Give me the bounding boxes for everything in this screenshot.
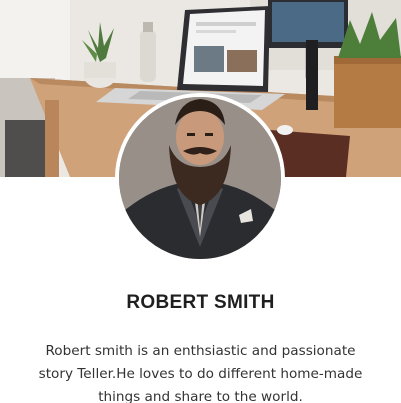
profile-bio: Robert smith is an enthsiastic and passi…: [38, 343, 363, 403]
profile-card: ROBERT SMITH Robert smith is an enthsias…: [0, 0, 401, 403]
profile-name: ROBERT SMITH: [126, 292, 275, 313]
profile-avatar: [115, 93, 285, 263]
